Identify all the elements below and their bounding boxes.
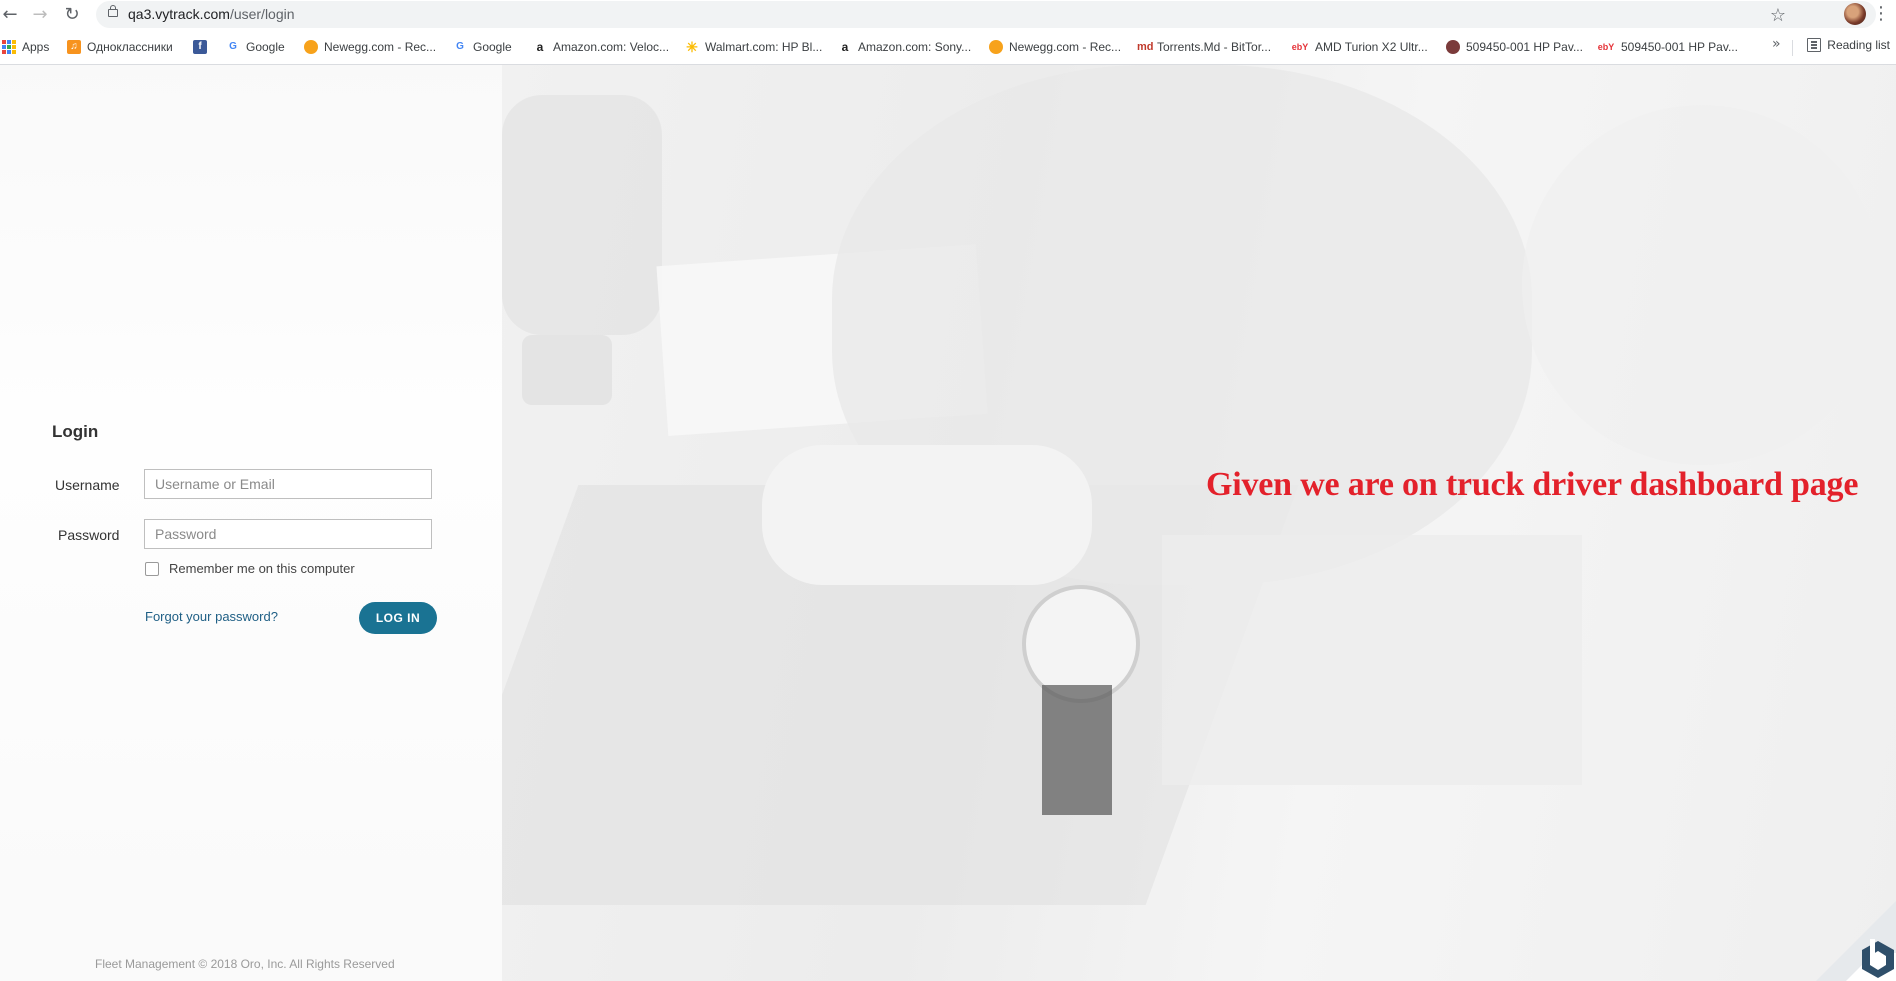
- reading-list-button[interactable]: Reading list: [1807, 38, 1890, 52]
- remember-me-checkbox[interactable]: [145, 562, 159, 576]
- bookmarks-overflow-icon[interactable]: »: [1772, 36, 1781, 52]
- bookmark-newegg-1[interactable]: Newegg.com - Rec...: [304, 38, 436, 56]
- newegg-icon: [989, 40, 1003, 54]
- google-icon: G: [456, 41, 464, 52]
- footer-copyright: Fleet Management © 2018 Oro, Inc. All Ri…: [95, 957, 395, 971]
- username-input[interactable]: [144, 469, 432, 499]
- browser-toolbar: ← → ↻ qa3.vytrack.com/user/login ☆ ⋮: [0, 0, 1896, 30]
- reload-icon[interactable]: ↻: [62, 5, 82, 25]
- menu-kebab-icon[interactable]: ⋮: [1872, 3, 1890, 24]
- profile-avatar[interactable]: [1844, 3, 1866, 25]
- bookmark-apps[interactable]: Apps: [2, 38, 49, 56]
- login-heading: Login: [52, 422, 99, 441]
- username-label: Username: [55, 477, 120, 493]
- bookmark-walmart[interactable]: ✳ Walmart.com: HP Bl...: [685, 38, 822, 56]
- globe-icon: [1446, 40, 1460, 54]
- bookmark-facebook[interactable]: f: [193, 38, 207, 56]
- torrents-md-icon: md: [1137, 41, 1154, 53]
- password-input[interactable]: [144, 519, 432, 549]
- reading-list-icon: [1807, 38, 1822, 52]
- amazon-icon: a: [841, 40, 849, 54]
- password-label: Password: [58, 527, 120, 543]
- bookmark-google-1[interactable]: G Google: [226, 38, 285, 56]
- bookmark-star-icon[interactable]: ☆: [1770, 5, 1786, 26]
- url-text: qa3.vytrack.com/user/login: [128, 6, 295, 22]
- bookmarks-separator: [1792, 40, 1793, 56]
- forgot-password-link[interactable]: Forgot your password?: [145, 609, 278, 624]
- bookmark-amazon-1[interactable]: a Amazon.com: Veloc...: [533, 38, 669, 56]
- facebook-icon: f: [193, 40, 207, 54]
- back-icon[interactable]: ←: [0, 5, 20, 25]
- bookmark-torrents-md[interactable]: md Torrents.Md - BitTor...: [1137, 38, 1271, 56]
- login-button[interactable]: LOG IN: [359, 602, 437, 634]
- apps-grid-icon: [2, 40, 16, 54]
- bookmark-amd-turion[interactable]: ebY AMD Turion X2 Ultr...: [1291, 38, 1428, 56]
- walmart-icon: ✳: [686, 39, 698, 55]
- background-photo: [502, 65, 1896, 981]
- google-icon: G: [229, 41, 237, 52]
- amazon-icon: a: [536, 40, 544, 54]
- overlay-step-text: Given we are on truck driver dashboard p…: [1206, 466, 1859, 503]
- oro-logo-icon: [1816, 901, 1896, 981]
- bookmark-hp-pav-2[interactable]: ebY 509450-001 HP Pav...: [1597, 38, 1738, 56]
- lock-icon: [108, 5, 118, 17]
- bookmark-amazon-2[interactable]: a Amazon.com: Sony...: [838, 38, 972, 56]
- forward-icon[interactable]: →: [30, 5, 50, 25]
- odnoklassniki-icon: ♫: [67, 40, 81, 54]
- ebay-icon: ebY: [1597, 42, 1615, 52]
- bookmark-hp-pav-1[interactable]: 509450-001 HP Pav...: [1446, 38, 1583, 56]
- bookmark-odnoklassniki[interactable]: ♫ Одноклассники: [67, 38, 173, 56]
- ebay-icon: ebY: [1291, 42, 1309, 52]
- newegg-icon: [304, 40, 318, 54]
- bookmarks-bar: Apps ♫ Одноклассники f G Google Newegg.c…: [0, 30, 1896, 65]
- bookmark-google-2[interactable]: G Google: [453, 38, 512, 56]
- address-bar[interactable]: qa3.vytrack.com/user/login ☆: [96, 1, 1876, 28]
- remember-me-label: Remember me on this computer: [169, 561, 355, 576]
- bookmark-newegg-2[interactable]: Newegg.com - Rec...: [989, 38, 1121, 56]
